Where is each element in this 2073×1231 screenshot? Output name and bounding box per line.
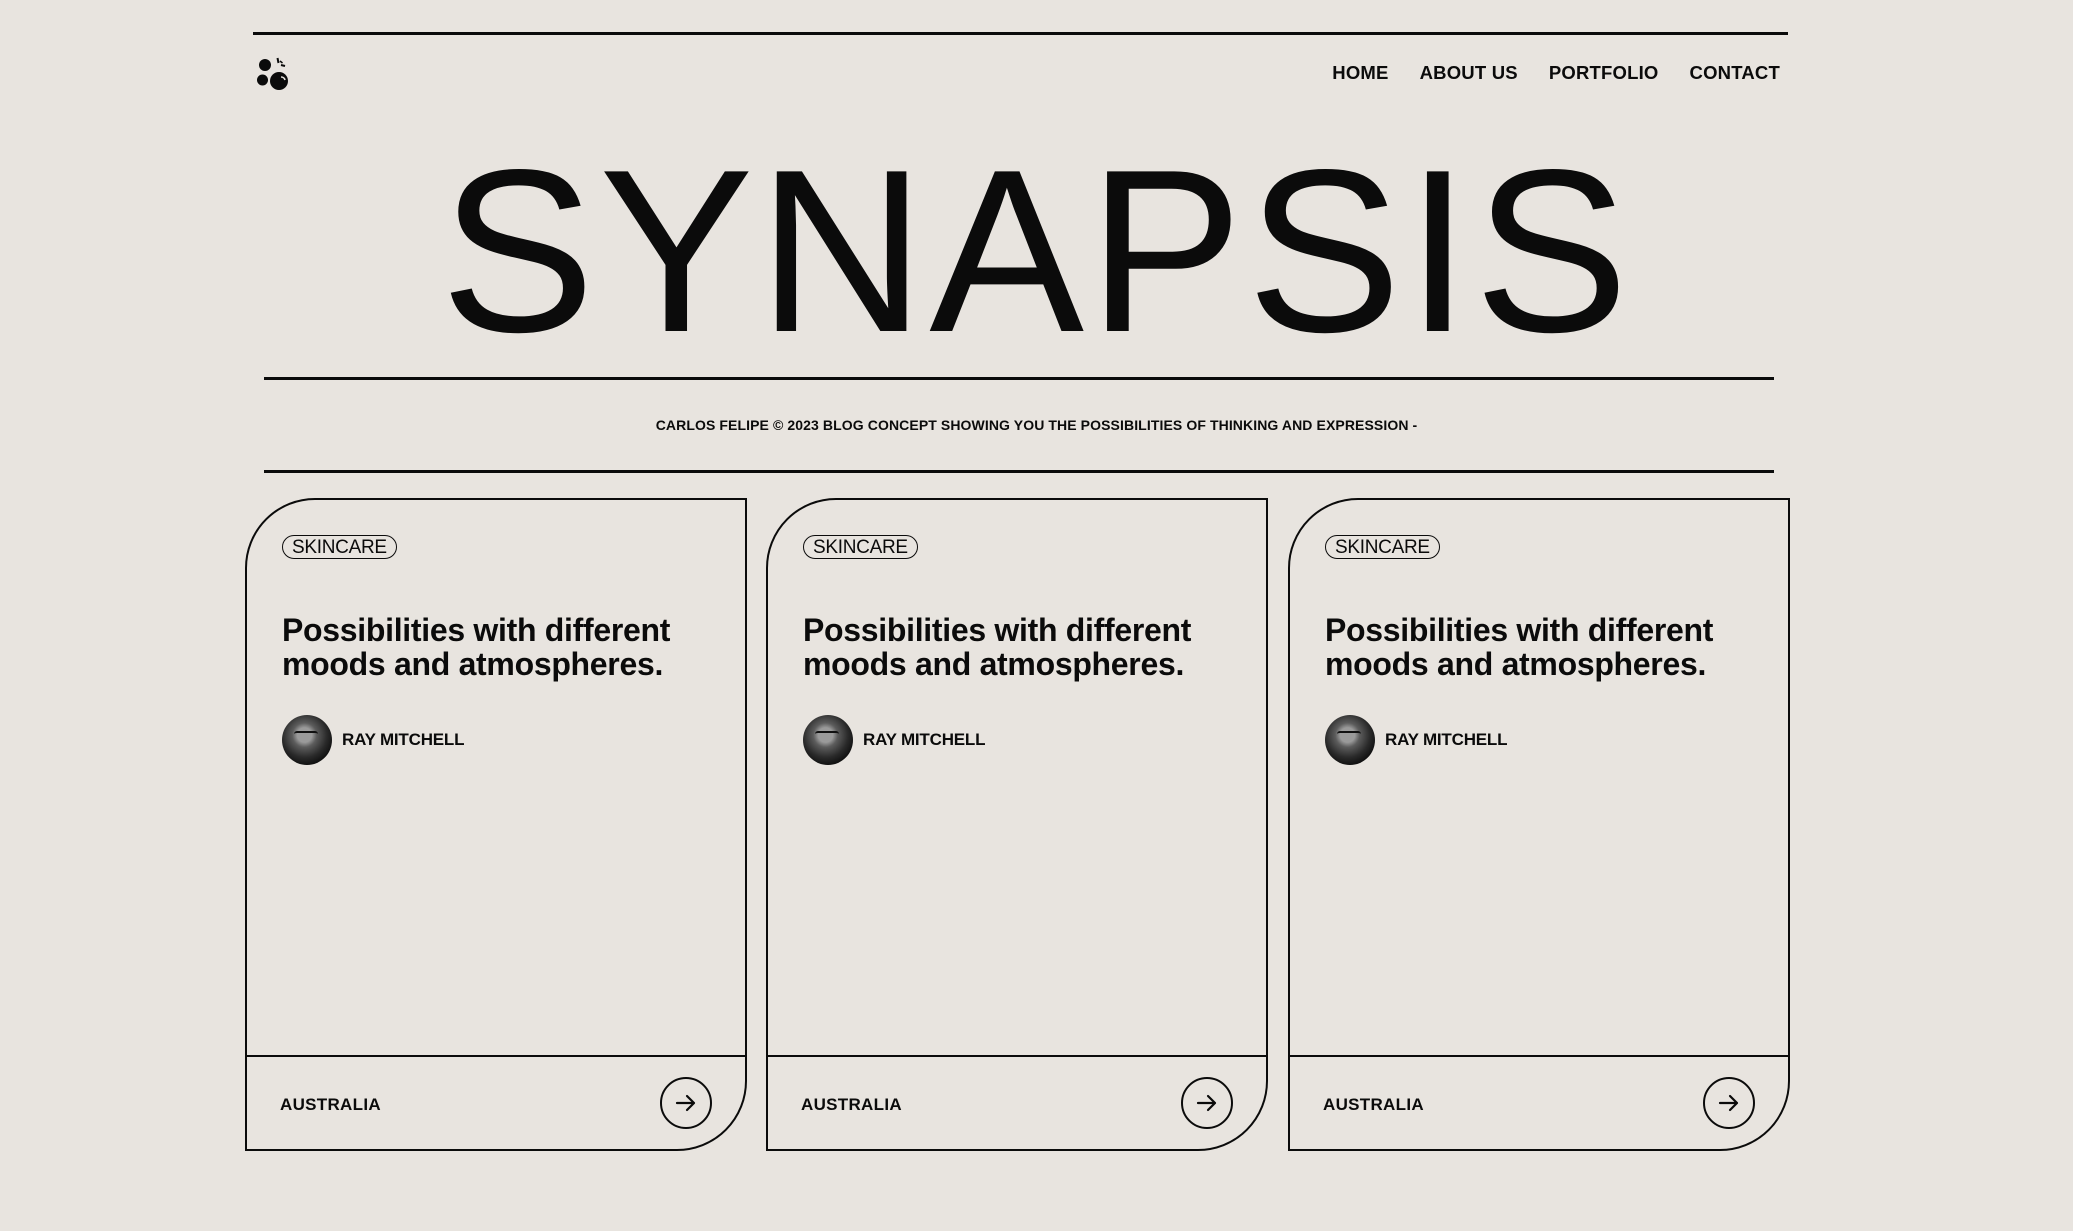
article-title[interactable]: Possibilities with different moods and a… xyxy=(803,613,1243,681)
open-article-button[interactable] xyxy=(660,1077,712,1129)
header-divider xyxy=(253,32,1788,35)
nav-contact[interactable]: CONTACT xyxy=(1690,62,1780,84)
location-label: AUSTRALIA xyxy=(1323,1095,1424,1114)
category-tag[interactable]: SKINCARE xyxy=(1325,535,1440,559)
page-title: SYNAPSIS xyxy=(440,122,1633,381)
card-footer: AUSTRALIA xyxy=(247,1055,745,1149)
article-card[interactable]: SKINCARE Possibilities with different mo… xyxy=(1288,498,1790,1151)
card-footer: AUSTRALIA xyxy=(768,1055,1266,1149)
article-card[interactable]: SKINCARE Possibilities with different mo… xyxy=(766,498,1268,1151)
category-tag[interactable]: SKINCARE xyxy=(282,535,397,559)
article-title[interactable]: Possibilities with different moods and a… xyxy=(282,613,722,681)
arrow-right-icon xyxy=(1196,1094,1217,1112)
avatar xyxy=(1325,715,1375,765)
nav-portfolio[interactable]: PORTFOLIO xyxy=(1549,62,1659,84)
category-tag[interactable]: SKINCARE xyxy=(803,535,918,559)
bubbles-logo-icon[interactable] xyxy=(255,56,293,94)
card-footer: AUSTRALIA xyxy=(1290,1055,1788,1149)
article-card[interactable]: SKINCARE Possibilities with different mo… xyxy=(245,498,747,1151)
arrow-right-icon xyxy=(1718,1094,1739,1112)
location-label: AUSTRALIA xyxy=(280,1095,381,1114)
article-title[interactable]: Possibilities with different moods and a… xyxy=(1325,613,1765,681)
avatar xyxy=(803,715,853,765)
main-nav: HOME ABOUT US PORTFOLIO CONTACT xyxy=(1332,62,1780,84)
arrow-right-icon xyxy=(675,1094,696,1112)
author-name: RAY MITCHELL xyxy=(342,730,465,749)
avatar xyxy=(282,715,332,765)
author: RAY MITCHELL xyxy=(1325,715,1507,765)
title-divider xyxy=(264,377,1774,380)
author: RAY MITCHELL xyxy=(803,715,985,765)
location-label: AUSTRALIA xyxy=(801,1095,902,1114)
hero-subtitle: CARLOS FELIPE © 2023 BLOG CONCEPT SHOWIN… xyxy=(655,417,1418,433)
subtitle-divider xyxy=(264,470,1774,473)
author-name: RAY MITCHELL xyxy=(1385,730,1508,749)
open-article-button[interactable] xyxy=(1181,1077,1233,1129)
nav-home[interactable]: HOME xyxy=(1332,62,1388,84)
author: RAY MITCHELL xyxy=(282,715,464,765)
open-article-button[interactable] xyxy=(1703,1077,1755,1129)
nav-about-us[interactable]: ABOUT US xyxy=(1420,62,1518,84)
author-name: RAY MITCHELL xyxy=(863,730,986,749)
